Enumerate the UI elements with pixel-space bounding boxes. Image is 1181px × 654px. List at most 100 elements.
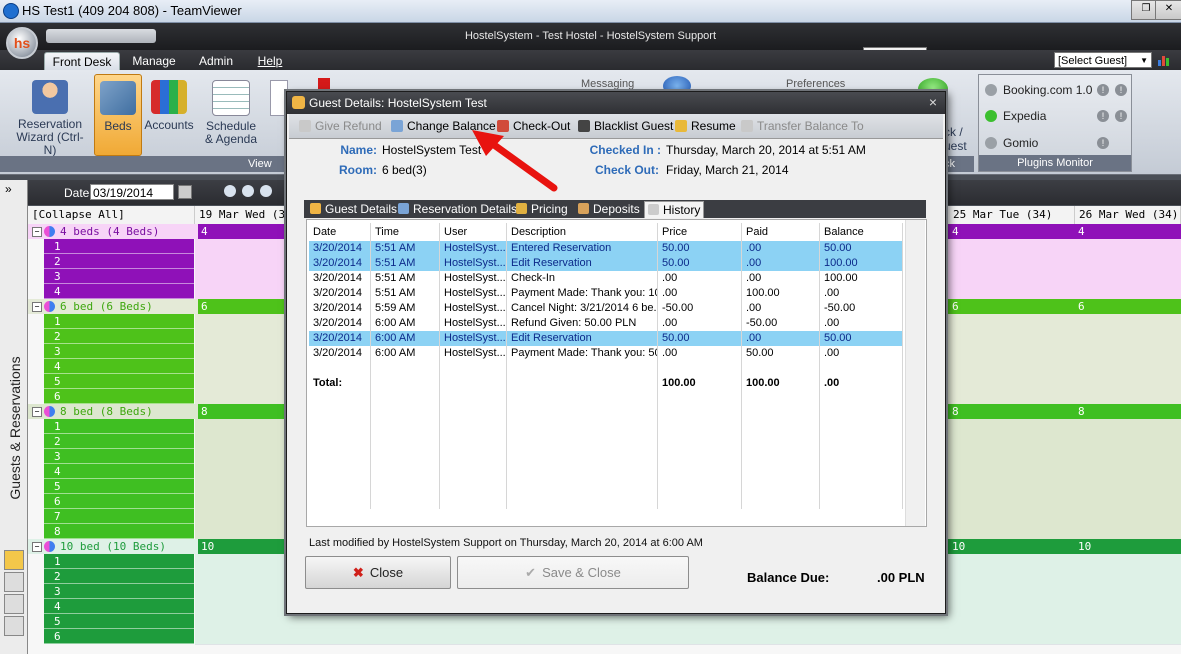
bed-number[interactable]: 3 (44, 449, 194, 464)
history-row[interactable]: 3/20/2014 5:51 AM HostelSyst... Edit Reserv… (309, 256, 903, 271)
history-row[interactable]: 3/20/2014 5:59 AM HostelSyst... Cancel Nigh… (309, 301, 903, 316)
bed-number[interactable]: 7 (44, 509, 194, 524)
tab-history[interactable]: History (644, 201, 705, 218)
note-icon[interactable] (4, 616, 24, 636)
history-row[interactable]: 3/20/2014 5:51 AM HostelSyst... Payment Mad… (309, 286, 903, 301)
close-icon[interactable]: ✕ (1155, 0, 1181, 20)
tab-guest-details[interactable]: Guest Details (310, 201, 397, 217)
collapse-toggle-icon[interactable]: − (32, 407, 42, 417)
bed-number[interactable]: 1 (44, 554, 194, 569)
accounts-button[interactable]: Accounts (144, 74, 194, 154)
vertical-scrollbar[interactable] (905, 220, 925, 526)
tab-admin[interactable]: Admin (192, 52, 240, 70)
guests-reservations-sidebar[interactable]: » Guests & Reservations (0, 180, 28, 654)
column-header[interactable]: Price (658, 223, 742, 241)
tab-pricing[interactable]: Pricing (516, 201, 568, 217)
resume-button[interactable]: Resume (675, 119, 736, 133)
bed-number[interactable]: 1 (44, 314, 194, 329)
total-paid: 100.00 (742, 376, 820, 391)
bed-number[interactable]: 2 (44, 569, 194, 584)
bed-number[interactable]: 4 (44, 359, 194, 374)
history-row[interactable]: 3/20/2014 6:00 AM HostelSyst... Edit Reserv… (309, 331, 903, 346)
bed-number[interactable]: 4 (44, 599, 194, 614)
help-icon[interactable]: ! (1097, 84, 1109, 96)
hostelsystem-logo[interactable]: hs (6, 27, 38, 59)
bed-number[interactable]: 5 (44, 614, 194, 629)
guests-icon[interactable] (4, 550, 24, 570)
history-row[interactable]: 3/20/2014 5:51 AM HostelSyst... Check-In .00… (309, 271, 903, 286)
close-button[interactable]: ✖ Close (305, 556, 451, 589)
bed-number[interactable]: 6 (44, 389, 194, 404)
bed-number[interactable]: 4 (44, 284, 194, 299)
bed-number[interactable]: 5 (44, 479, 194, 494)
column-header[interactable]: Paid (742, 223, 820, 241)
history-row[interactable]: 3/20/2014 5:51 AM HostelSyst... Entered Res… (309, 241, 903, 256)
tab-help[interactable]: Help (250, 52, 290, 70)
bed-number[interactable]: 3 (44, 269, 194, 284)
select-guest-dropdown[interactable]: [Select Guest] ▼ (1054, 52, 1152, 68)
tab-deposits[interactable]: Deposits (578, 201, 640, 217)
bed-number[interactable]: 4 (44, 464, 194, 479)
bed-number[interactable]: 6 (44, 494, 194, 509)
bed-row[interactable]: 6 (28, 629, 1181, 645)
bed-number[interactable]: 2 (44, 254, 194, 269)
save-close-button[interactable]: ✔ Save & Close (457, 556, 689, 589)
help-icon[interactable]: ! (1097, 110, 1109, 122)
preferences-label[interactable]: Preferences (786, 78, 845, 90)
column-header[interactable]: Description (507, 223, 658, 241)
history-cell-empty (440, 361, 507, 376)
tab-manage[interactable]: Manage (126, 52, 182, 70)
history-cell-user: HostelSyst... (440, 256, 507, 271)
plugin-gomio[interactable]: Gomio ! (985, 136, 1109, 156)
transfer-balance-button[interactable]: Transfer Balance To (741, 119, 864, 133)
column-header[interactable]: Date (309, 223, 371, 241)
nav-next-icon[interactable] (260, 185, 272, 197)
messaging-label[interactable]: Messaging (581, 78, 634, 90)
nav-prev-icon[interactable] (242, 185, 254, 197)
blacklist-guest-button[interactable]: Blacklist Guest (578, 119, 673, 133)
bed-number[interactable]: 3 (44, 584, 194, 599)
bed-cells[interactable] (195, 614, 1181, 630)
close-icon[interactable]: × (929, 94, 937, 110)
beds-button[interactable]: Beds (94, 74, 142, 156)
nav-first-icon[interactable] (224, 185, 236, 197)
help-icon[interactable]: ! (1097, 137, 1109, 149)
history-row[interactable]: 3/20/2014 6:00 AM HostelSyst... Refund Give… (309, 316, 903, 331)
column-header[interactable]: Balance (820, 223, 903, 241)
collapse-toggle-icon[interactable]: − (32, 302, 42, 312)
bed-number[interactable]: 5 (44, 374, 194, 389)
calendar-picker-icon[interactable] (178, 185, 192, 199)
bed-number[interactable]: 1 (44, 239, 194, 254)
tab-reservation-details[interactable]: Reservation Details (398, 201, 517, 217)
bed-number[interactable]: 1 (44, 419, 194, 434)
bed-number[interactable]: 2 (44, 329, 194, 344)
help-icon[interactable]: ! (1115, 110, 1127, 122)
help-icon[interactable]: ! (1115, 84, 1127, 96)
bed-number[interactable]: 2 (44, 434, 194, 449)
bed-cells[interactable] (195, 629, 1181, 645)
reservation-wizard-button[interactable]: Reservation Wizard (Ctrl-N) (14, 74, 86, 157)
plugin-expedia[interactable]: Expedia ! ! (985, 109, 1127, 129)
history-row[interactable]: 3/20/2014 6:00 AM HostelSyst... Payment Mad… (309, 346, 903, 361)
collapse-all-button[interactable]: [Collapse All] (28, 206, 195, 224)
collapse-toggle-icon[interactable]: − (32, 542, 42, 552)
bed-row[interactable]: 5 (28, 614, 1181, 630)
search-icon[interactable] (4, 572, 24, 592)
select-guest-value: [Select Guest] (1058, 55, 1128, 67)
expand-icon[interactable]: » (5, 182, 12, 196)
people-icon[interactable] (4, 594, 24, 614)
give-refund-button[interactable]: Give Refund (299, 119, 382, 133)
date-input[interactable]: 03/19/2014 (90, 184, 174, 200)
dialog-tabs: Guest Details Reservation Details Pricin… (304, 200, 926, 218)
chart-icon[interactable] (1158, 54, 1170, 66)
collapse-toggle-icon[interactable]: − (32, 227, 42, 237)
history-cell-price: -50.00 (658, 301, 742, 316)
bed-number[interactable]: 6 (44, 629, 194, 644)
bed-number[interactable]: 8 (44, 524, 194, 539)
column-header[interactable]: User (440, 223, 507, 241)
plugin-booking[interactable]: Booking.com 1.0 ! ! (985, 83, 1127, 103)
schedule-agenda-button[interactable]: Schedule & Agenda (202, 74, 260, 154)
bed-number[interactable]: 3 (44, 344, 194, 359)
column-header[interactable]: Time (371, 223, 440, 241)
tab-front-desk[interactable]: Front Desk (44, 52, 120, 71)
